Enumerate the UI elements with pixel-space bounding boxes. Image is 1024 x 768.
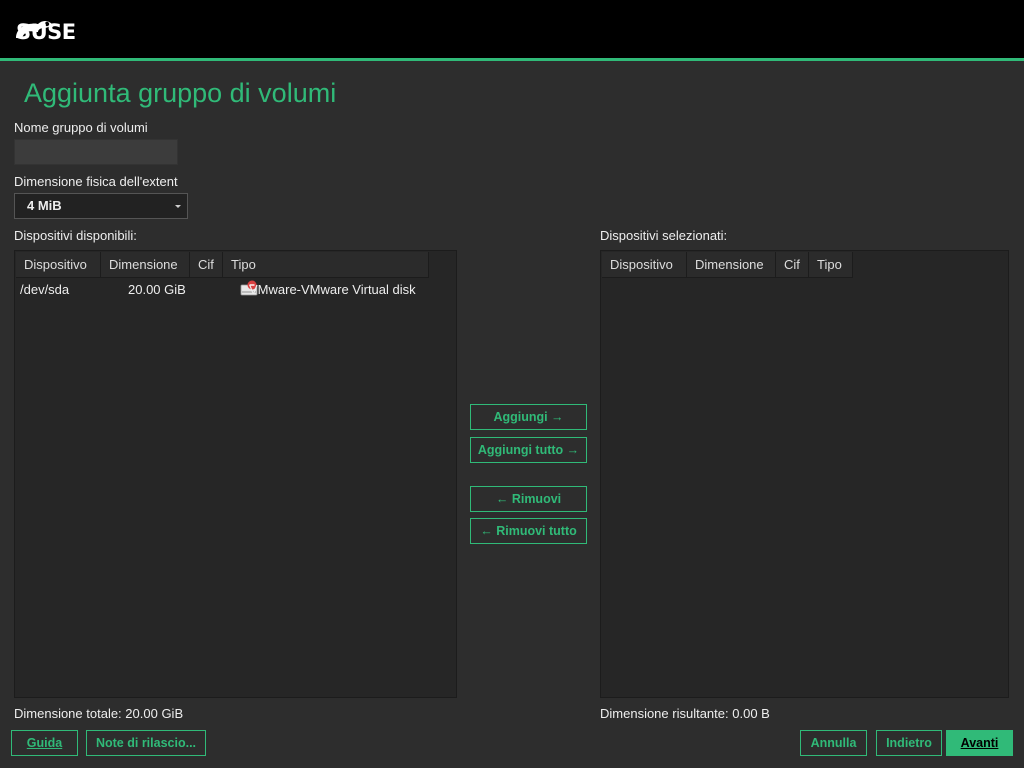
- resulting-size-label: Dimensione risultante:: [600, 706, 729, 721]
- top-bar: SUSE: [0, 0, 1024, 61]
- vg-name-label: Nome gruppo di volumi: [14, 120, 148, 135]
- back-button-label: Indietro: [886, 736, 932, 750]
- column-header-device[interactable]: Dispositivo: [602, 252, 687, 278]
- next-button-label: Avanti: [960, 736, 999, 750]
- help-button-label: Guida: [26, 736, 63, 750]
- column-header-device[interactable]: Dispositivo: [16, 252, 101, 278]
- chevron-down-icon: [175, 205, 181, 208]
- cancel-button[interactable]: Annulla: [800, 730, 867, 756]
- selected-devices-label: Dispositivi selezionati:: [600, 228, 728, 243]
- available-devices-label: Dispositivi disponibili:: [14, 228, 137, 243]
- extent-size-select[interactable]: 4 MiB: [14, 193, 188, 219]
- type-cell: VMware-VMware Virtual disk: [249, 282, 416, 297]
- add-button[interactable]: Aggiungi →: [470, 404, 587, 430]
- total-size-label: Dimensione totale:: [14, 706, 122, 721]
- table-row[interactable]: /dev/sda 20.00 GiB VMware-VMware Virtual…: [16, 279, 457, 301]
- column-header-size[interactable]: Dimensione: [101, 252, 190, 278]
- release-notes-button-label: Note di rilascio...: [95, 736, 197, 750]
- device-cell: /dev/sda: [20, 282, 70, 297]
- page-title: Aggiunta gruppo di volumi: [24, 78, 337, 108]
- available-devices-table[interactable]: Dispositivo Dimensione Cif Tipo /dev/sda…: [14, 250, 457, 698]
- column-header-type[interactable]: Tipo: [809, 252, 853, 278]
- add-all-button[interactable]: Aggiungi tutto →: [470, 437, 587, 463]
- column-header-encrypted[interactable]: Cif: [776, 252, 809, 278]
- back-button[interactable]: Indietro: [876, 730, 942, 756]
- accent-line: [0, 58, 1024, 61]
- resulting-size-value: 0.00 B: [732, 706, 770, 721]
- next-button[interactable]: Avanti: [946, 730, 1013, 756]
- add-all-button-label: Aggiungi tutto →: [477, 443, 580, 457]
- resulting-size: Dimensione risultante: 0.00 B: [600, 706, 770, 721]
- column-header-type[interactable]: Tipo: [223, 252, 429, 278]
- table-header: Dispositivo Dimensione Cif Tipo: [602, 252, 853, 278]
- release-notes-button[interactable]: Note di rilascio...: [86, 730, 206, 756]
- extent-size-label: Dimensione fisica dell'extent: [14, 174, 178, 189]
- remove-all-button[interactable]: ← Rimuovi tutto: [470, 518, 587, 544]
- help-button[interactable]: Guida: [11, 730, 78, 756]
- cancel-button-label: Annulla: [810, 736, 857, 750]
- add-button-label: Aggiungi →: [493, 410, 564, 424]
- vg-name-input[interactable]: [14, 139, 178, 165]
- selected-devices-table[interactable]: Dispositivo Dimensione Cif Tipo: [600, 250, 1009, 698]
- table-header: Dispositivo Dimensione Cif Tipo: [16, 252, 429, 278]
- column-header-size[interactable]: Dimensione: [687, 252, 776, 278]
- suse-logo: SUSE: [16, 20, 76, 44]
- total-size-value: 20.00 GiB: [125, 706, 184, 721]
- column-header-encrypted[interactable]: Cif: [190, 252, 223, 278]
- total-size: Dimensione totale: 20.00 GiB: [14, 706, 183, 721]
- extent-size-value: 4 MiB: [27, 198, 62, 213]
- size-cell: 20.00 GiB: [128, 282, 186, 297]
- remove-button[interactable]: ← Rimuovi: [470, 486, 587, 512]
- remove-button-label: ← Rimuovi: [495, 492, 562, 506]
- remove-all-button-label: ← Rimuovi tutto: [480, 524, 577, 538]
